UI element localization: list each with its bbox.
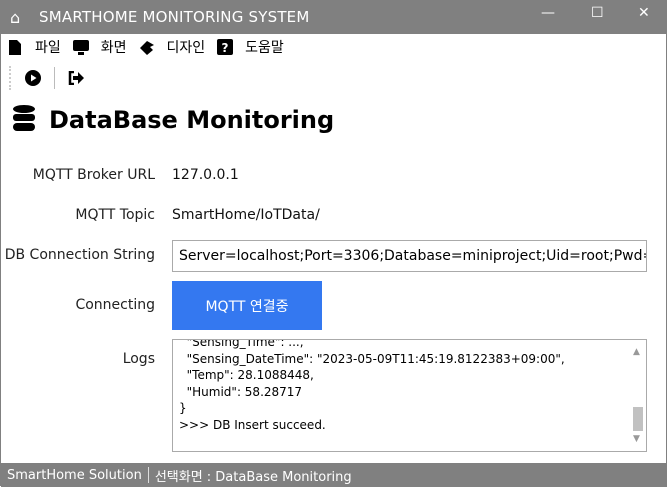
status-bar: SmartHome Solution 선택화면 : DataBase Monit…: [1, 463, 667, 487]
toolbar: [9, 65, 87, 91]
menu-bar: 파일 화면 디자인 ? 도움말: [1, 36, 290, 58]
sign-out-icon[interactable]: [65, 67, 87, 89]
connect-button[interactable]: MQTT 연결중: [172, 281, 322, 330]
window-title: SMARTHOME MONITORING SYSTEM: [39, 8, 310, 26]
logs-textbox[interactable]: "Sensing_Time": ..., "Sensing_DateTime":…: [172, 339, 647, 452]
page-header: DataBase Monitoring: [13, 105, 334, 135]
connecting-label: Connecting: [75, 297, 155, 313]
status-screen: 선택화면 : DataBase Monitoring: [154, 469, 352, 485]
scroll-thumb[interactable]: [633, 407, 643, 431]
menu-label: 화면: [100, 40, 127, 56]
close-button[interactable]: ✕: [638, 5, 650, 21]
menu-screen[interactable]: 화면: [72, 37, 127, 57]
toolbar-grip[interactable]: [9, 66, 12, 90]
file-icon: [7, 39, 23, 55]
monitor-icon: [72, 39, 89, 55]
play-circle-icon[interactable]: [22, 67, 44, 89]
scroll-down-icon[interactable]: ▼: [633, 431, 640, 448]
topic-label: MQTT Topic: [75, 207, 155, 223]
title-bar: ⌂ SMARTHOME MONITORING SYSTEM — ☐ ✕: [1, 1, 667, 34]
menu-label: 디자인: [166, 40, 206, 56]
database-icon: [13, 105, 35, 135]
menu-label: 도움말: [245, 40, 284, 56]
menu-help[interactable]: ? 도움말: [217, 37, 284, 57]
help-icon: ?: [217, 39, 234, 55]
home-logo-icon: ⌂: [10, 8, 21, 27]
svg-text:?: ?: [222, 41, 229, 55]
toolbar-separator: [54, 67, 55, 89]
page-title: DataBase Monitoring: [49, 106, 335, 134]
menu-label: 파일: [35, 40, 61, 56]
topic-value: SmartHome/IoTData/: [172, 207, 320, 223]
broker-label: MQTT Broker URL: [32, 167, 155, 183]
maximize-button[interactable]: ☐: [591, 5, 604, 21]
logs-text: "Sensing_Time": ..., "Sensing_DateTime":…: [179, 339, 565, 432]
status-app: SmartHome Solution: [7, 467, 142, 483]
menu-file[interactable]: 파일: [7, 37, 61, 57]
menu-design[interactable]: 디자인: [139, 37, 206, 57]
conn-label: DB Connection String: [4, 247, 155, 263]
scroll-up-icon[interactable]: ▲: [633, 344, 640, 361]
logs-scrollbar[interactable]: ▲ ▼: [629, 340, 646, 451]
connection-string-input[interactable]: Server=localhost;Port=3306;Database=mini…: [172, 240, 647, 272]
logs-label: Logs: [122, 351, 155, 367]
palette-icon: [139, 39, 155, 55]
broker-value: 127.0.0.1: [172, 167, 239, 183]
minimize-button[interactable]: —: [541, 5, 555, 21]
